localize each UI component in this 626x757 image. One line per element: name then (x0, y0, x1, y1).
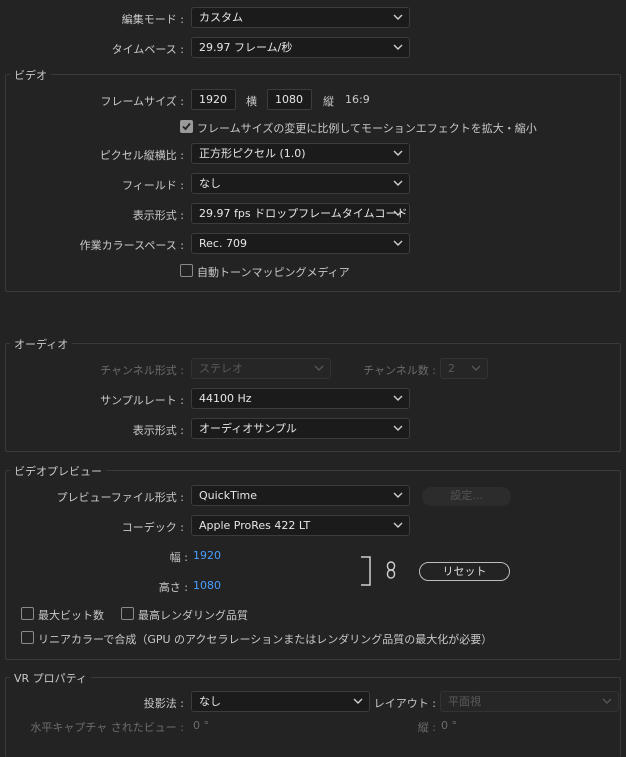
layout-label: レイアウト : (373, 697, 436, 710)
tone-mapping-checkbox[interactable] (180, 264, 193, 277)
max-bit-depth-checkbox[interactable] (21, 607, 34, 620)
max-bit-depth-label: 最大ビット数 (38, 609, 104, 622)
preview-file-format-value: QuickTime (199, 489, 258, 502)
vertical-label: 縦 : (417, 721, 436, 734)
preview-file-format-dropdown[interactable]: QuickTime (191, 485, 410, 506)
channel-format-value: ステレオ (199, 362, 243, 375)
preview-settings-button[interactable]: 設定... (422, 487, 511, 506)
sample-rate-value: 44100 Hz (199, 392, 252, 405)
color-space-value: Rec. 709 (199, 237, 247, 250)
sample-rate-label: サンプルレート : (100, 394, 184, 407)
chevron-down-icon (393, 425, 403, 431)
horizontal-capture-value[interactable]: 0 ° (193, 719, 209, 732)
color-space-dropdown[interactable]: Rec. 709 (191, 233, 410, 254)
video-preview-group-title: ビデオプレビュー (10, 463, 106, 479)
chevron-down-icon (393, 522, 403, 528)
tone-mapping-label: 自動トーンマッピングメディア (197, 266, 350, 279)
codec-value: Apple ProRes 422 LT (199, 519, 311, 532)
pixel-aspect-dropdown[interactable]: 正方形ピクセル (1.0) (191, 143, 410, 164)
layout-value: 平面視 (448, 695, 481, 708)
vr-group-title: VR プロパティ (10, 670, 92, 686)
horizontal-capture-label: 水平キャプチャ されたビュー : (30, 721, 184, 734)
scale-effects-label: フレームサイズの変更に比例してモーションエフェクトを拡大・縮小 (197, 122, 537, 135)
preview-height-label: 高さ : (158, 581, 188, 594)
chevron-down-icon (393, 150, 403, 156)
chain-link-icon[interactable] (386, 561, 396, 579)
audio-display-format-value: オーディオサンプル (199, 422, 297, 435)
chevron-down-icon (393, 492, 403, 498)
frame-size-label: フレームサイズ : (100, 95, 184, 108)
timebase-label: タイムベース : (111, 43, 184, 56)
edit-mode-dropdown[interactable]: カスタム (191, 7, 410, 28)
audio-display-format-label: 表示形式 : (132, 424, 184, 437)
edit-mode-label: 編集モード : (121, 13, 184, 26)
codec-label: コーデック : (121, 521, 184, 534)
projection-label: 投影法 : (143, 697, 184, 710)
vertical-value[interactable]: 0 ° (441, 719, 457, 732)
chevron-down-icon (393, 240, 403, 246)
codec-dropdown[interactable]: Apple ProRes 422 LT (191, 515, 410, 536)
channel-format-label: チャンネル形式 : (100, 364, 184, 377)
timebase-dropdown[interactable]: 29.97 フレーム/秒 (191, 37, 410, 58)
channel-count-label: チャンネル数 : (363, 364, 436, 377)
chevron-down-icon (471, 365, 481, 371)
reset-button[interactable]: リセット (419, 562, 510, 581)
edit-mode-value: カスタム (199, 11, 243, 24)
pixel-aspect-label: ピクセル縦横比 : (99, 149, 184, 162)
audio-display-format-dropdown[interactable]: オーディオサンプル (191, 418, 410, 439)
fields-dropdown[interactable]: なし (191, 173, 410, 194)
channel-format-dropdown[interactable]: ステレオ (191, 358, 331, 379)
aspect-ratio-text: 16:9 (345, 93, 370, 106)
chevron-down-icon (393, 210, 403, 216)
timebase-value: 29.97 フレーム/秒 (199, 41, 293, 54)
projection-dropdown[interactable]: なし (191, 691, 370, 712)
video-group-title: ビデオ (10, 67, 51, 83)
pixel-aspect-value: 正方形ピクセル (1.0) (199, 147, 306, 160)
max-render-quality-checkbox[interactable] (121, 607, 134, 620)
layout-dropdown[interactable]: 平面視 (440, 691, 619, 712)
chevron-down-icon (353, 698, 363, 704)
video-display-format-value: 29.97 fps ドロップフレームタイムコード (199, 207, 408, 220)
chevron-down-icon (393, 14, 403, 20)
link-bracket-icon (361, 556, 371, 586)
linear-color-checkbox[interactable] (21, 631, 34, 644)
video-display-format-dropdown[interactable]: 29.97 fps ドロップフレームタイムコード (191, 203, 410, 224)
channel-count-value: 2 (448, 362, 455, 375)
frame-height-unit: 縦 (323, 95, 334, 108)
scale-effects-checkbox[interactable] (180, 120, 193, 133)
chevron-down-icon (393, 44, 403, 50)
color-space-label: 作業カラースペース : (79, 239, 184, 252)
preview-height-value[interactable]: 1080 (193, 579, 221, 592)
frame-height-input[interactable]: 1080 (267, 89, 312, 110)
chevron-down-icon (393, 395, 403, 401)
linear-color-label: リニアカラーで合成（GPU のアクセラレーションまたはレンダリング品質の最大化が… (38, 633, 493, 646)
chevron-down-icon (393, 180, 403, 186)
chevron-down-icon (602, 698, 612, 704)
frame-width-input[interactable]: 1920 (191, 89, 236, 110)
audio-group-title: オーディオ (10, 336, 73, 352)
frame-width-unit: 横 (246, 95, 257, 108)
fields-value: なし (199, 177, 221, 190)
preview-width-label: 幅 : (169, 551, 188, 564)
checkmark-icon (182, 122, 191, 131)
max-render-quality-label: 最高レンダリング品質 (138, 609, 248, 622)
preview-file-format-label: プレビューファイル形式 : (56, 491, 184, 504)
fields-label: フィールド : (122, 179, 184, 192)
preview-width-value[interactable]: 1920 (193, 549, 221, 562)
sample-rate-dropdown[interactable]: 44100 Hz (191, 388, 410, 409)
channel-count-dropdown[interactable]: 2 (440, 358, 488, 379)
video-display-format-label: 表示形式 : (132, 209, 184, 222)
chevron-down-icon (314, 365, 324, 371)
projection-value: なし (199, 695, 221, 708)
vr-group (5, 677, 621, 757)
